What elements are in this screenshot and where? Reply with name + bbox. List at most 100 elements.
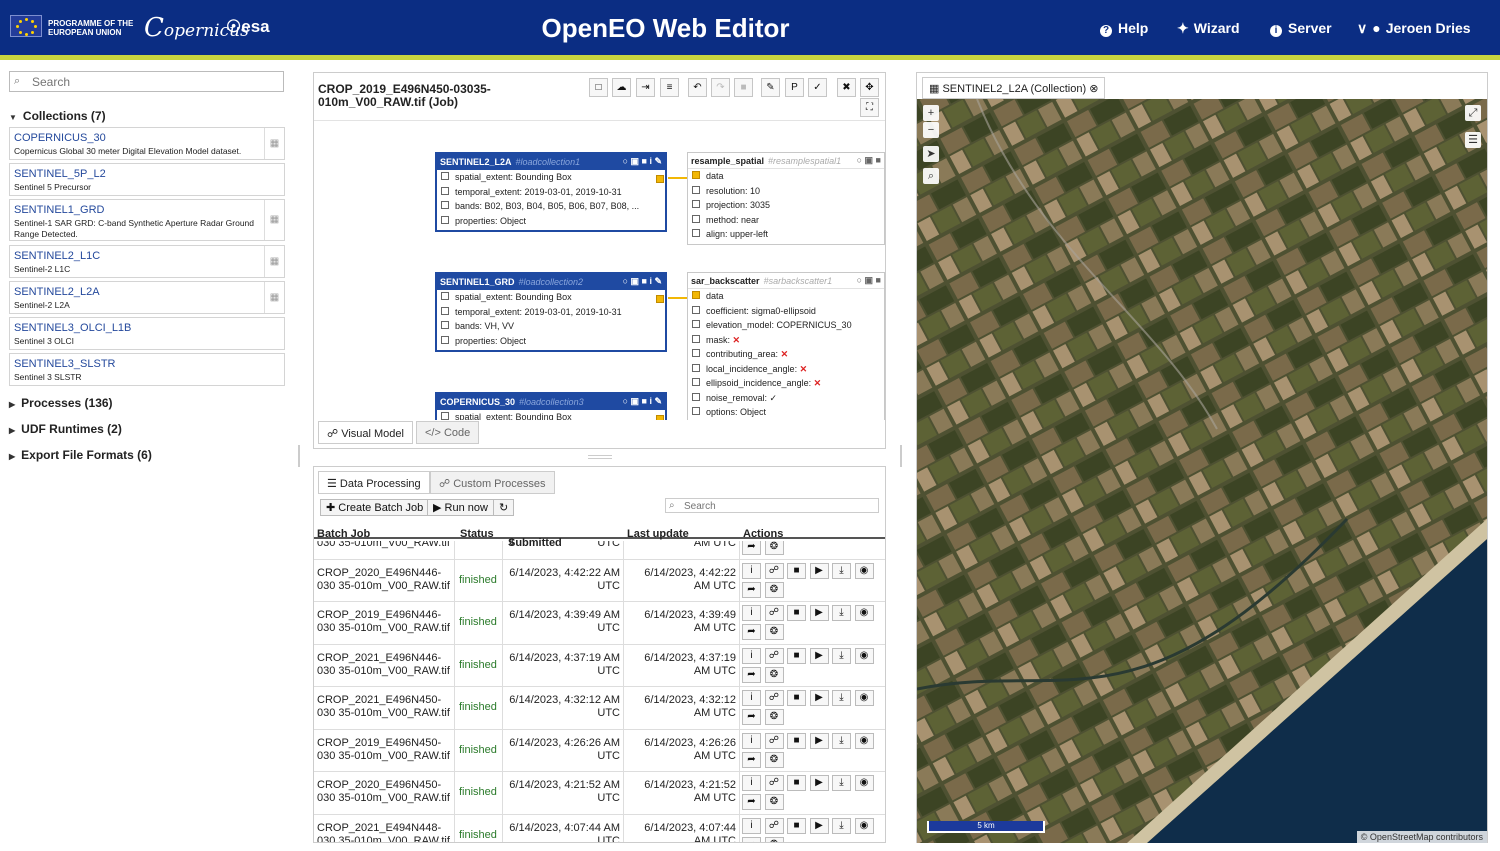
view-icon[interactable]: ◉: [854, 562, 874, 579]
node-argument[interactable]: local_incidence_angle: ✕: [688, 362, 884, 377]
map-resize-handle[interactable]: [900, 445, 902, 467]
table-row[interactable]: CROP_2019_E496N446-030 35-010m_V00_RAW.t…: [314, 602, 885, 645]
create-batch-job-button[interactable]: ✚ Create Batch Job: [320, 499, 430, 516]
collection-item[interactable]: SENTINEL3_OLCI_L1B Sentinel 3 OLCI: [9, 317, 285, 350]
share-icon[interactable]: ➦: [742, 836, 761, 842]
info-icon[interactable]: i: [742, 732, 761, 749]
trash-icon[interactable]: ■: [787, 562, 806, 579]
table-row[interactable]: CROP_2020_E496N446-030 35-010m_V00_RAW.t…: [314, 559, 885, 602]
download-icon[interactable]: ⤓: [832, 775, 851, 791]
sidebar-resize-handle[interactable]: [298, 445, 300, 467]
locate-icon[interactable]: ➤: [923, 146, 939, 162]
view-icon[interactable]: ◉: [854, 817, 874, 834]
udf-section-toggle[interactable]: ▶ UDF Runtimes (2): [9, 422, 122, 436]
debug-icon[interactable]: ❂: [764, 709, 784, 725]
share-icon[interactable]: ➦: [742, 751, 761, 768]
trash-icon[interactable]: ■: [787, 817, 806, 834]
debug-icon[interactable]: ❂: [764, 581, 784, 598]
share-icon[interactable]: ➦: [742, 666, 761, 683]
graph-node-resample-spatial[interactable]: resample_spatial #resamplespatial1 ○ ▣ ■ d…: [687, 152, 885, 245]
compress-icon[interactable]: ✖: [837, 78, 856, 97]
node-argument[interactable]: resolution: 10: [688, 184, 884, 199]
lineage-icon[interactable]: ☍: [764, 817, 784, 834]
node-argument[interactable]: properties: Object: [437, 214, 665, 229]
search-icon[interactable]: ⌕: [923, 168, 939, 184]
lineage-icon[interactable]: ☍: [764, 605, 784, 621]
new-icon[interactable]: □: [589, 78, 608, 97]
node-argument[interactable]: data: [688, 289, 884, 304]
table-row[interactable]: CROP_2021_E496N446-030 35-010m_V00_RAW.t…: [314, 644, 885, 687]
graph-node-load-sentinel1[interactable]: SENTINEL1_GRD #loadcollection2 ○ ▣ ■ i ✎ s…: [435, 272, 667, 352]
collection-name[interactable]: COPERNICUS_30: [14, 132, 106, 144]
vertical-resize-handle[interactable]: [588, 455, 612, 459]
graph-node-load-copernicus30[interactable]: COPERNICUS_30 #loadcollection3 ○ ▣ ■ i ✎ s…: [435, 392, 667, 420]
map-icon[interactable]: ▦: [264, 282, 284, 313]
undo-icon[interactable]: ↶: [688, 78, 707, 97]
view-icon[interactable]: ◉: [854, 690, 874, 706]
collection-item[interactable]: SENTINEL_5P_L2 Sentinel 5 Precursor: [9, 163, 285, 196]
node-argument[interactable]: spatial_extent: Bounding Box: [437, 290, 665, 305]
play-icon[interactable]: ▶: [809, 817, 829, 834]
share-icon[interactable]: ➦: [742, 581, 761, 598]
collection-item[interactable]: SENTINEL2_L1C Sentinel-2 L1C ▦: [9, 245, 285, 278]
graph-node-sar-backscatter[interactable]: sar_backscatter #sarbackscatter1 ○ ▣ ■ dat…: [687, 272, 885, 420]
map-icon[interactable]: ▦: [264, 200, 284, 240]
play-icon[interactable]: ▶: [809, 690, 829, 706]
redo-icon[interactable]: ↷: [711, 78, 730, 97]
output-port[interactable]: [656, 295, 664, 303]
collection-name[interactable]: SENTINEL2_L1C: [14, 250, 100, 262]
output-port[interactable]: [656, 415, 664, 420]
node-tools-icon[interactable]: ○ ▣ ■ i ✎: [623, 396, 662, 407]
node-argument[interactable]: options: Object: [688, 405, 884, 420]
tab-custom-processes[interactable]: ☍ Custom Processes: [430, 471, 555, 494]
debug-icon[interactable]: ❂: [764, 666, 784, 683]
col-last-update[interactable]: Last update: [627, 528, 689, 540]
debug-icon[interactable]: ❂: [764, 794, 784, 810]
table-row[interactable]: CROP_2021_E496N450-030 35-010m_V00_RAW.t…: [314, 687, 885, 730]
run-now-button[interactable]: ▶ Run now: [427, 499, 494, 516]
play-icon[interactable]: ▶: [809, 605, 829, 621]
collection-item[interactable]: COPERNICUS_30 Copernicus Global 30 meter …: [9, 127, 285, 160]
view-icon[interactable]: ◉: [854, 732, 874, 749]
node-argument[interactable]: data: [688, 169, 884, 184]
layers-icon[interactable]: ☰: [1465, 132, 1481, 148]
node-argument[interactable]: align: upper-left: [688, 227, 884, 242]
collection-item[interactable]: SENTINEL3_SLSTR Sentinel 3 SLSTR: [9, 353, 285, 386]
table-row[interactable]: CROP_2020_E496N450-030 35-010m_V00_RAW.t…: [314, 772, 885, 815]
zoom-in-button[interactable]: +: [923, 105, 939, 121]
nav-server[interactable]: i Server: [1270, 20, 1332, 37]
node-argument[interactable]: ellipsoid_incidence_angle: ✕: [688, 376, 884, 391]
processes-section-toggle[interactable]: ▶ Processes (136): [9, 396, 113, 410]
table-row[interactable]: CROP_2019_E496N450-030 35-010m_V00_RAW.t…: [314, 729, 885, 772]
nav-wizard[interactable]: ✦ Wizard: [1177, 20, 1240, 37]
download-icon[interactable]: ⤓: [832, 690, 851, 706]
node-argument[interactable]: bands: VH, VV: [437, 319, 665, 334]
debug-icon[interactable]: ❂: [764, 541, 784, 555]
lineage-icon[interactable]: ☍: [764, 562, 784, 579]
map-icon[interactable]: ▦: [264, 128, 284, 159]
node-argument[interactable]: projection: 3035: [688, 198, 884, 213]
node-argument[interactable]: temporal_extent: 2019-03-01, 2019-10-31: [437, 305, 665, 320]
view-icon[interactable]: ◉: [854, 647, 874, 664]
info-icon[interactable]: i: [742, 775, 761, 791]
lineage-icon[interactable]: ☍: [764, 647, 784, 664]
sidebar-search-input[interactable]: [32, 74, 272, 90]
trash-icon[interactable]: ■: [787, 605, 806, 621]
nav-help[interactable]: ? Help: [1100, 20, 1148, 37]
jobs-table-body[interactable]: CROP_2019_E496N450-030 35-010m_V00_RAW.t…: [314, 541, 885, 842]
debug-icon[interactable]: ❂: [764, 624, 784, 640]
edit-icon[interactable]: ✎: [761, 78, 780, 97]
info-icon[interactable]: i: [742, 817, 761, 834]
lineage-icon[interactable]: ☍: [764, 690, 784, 706]
zoom-out-button[interactable]: −: [923, 122, 939, 138]
validate-icon[interactable]: ✓: [808, 78, 827, 97]
parameter-icon[interactable]: P: [785, 78, 804, 97]
graph-node-load-sentinel2[interactable]: SENTINEL2_L2A #loadcollection1 ○ ▣ ■ i ✎ s…: [435, 152, 667, 232]
info-icon[interactable]: i: [742, 605, 761, 621]
download-icon[interactable]: ⤓: [832, 562, 851, 579]
collection-item[interactable]: SENTINEL2_L2A Sentinel-2 L2A ▦: [9, 281, 285, 314]
output-port[interactable]: [656, 175, 664, 183]
play-icon[interactable]: ▶: [809, 647, 829, 664]
node-tools-icon[interactable]: ○ ▣ ■: [857, 275, 881, 286]
node-argument[interactable]: properties: Object: [437, 334, 665, 349]
